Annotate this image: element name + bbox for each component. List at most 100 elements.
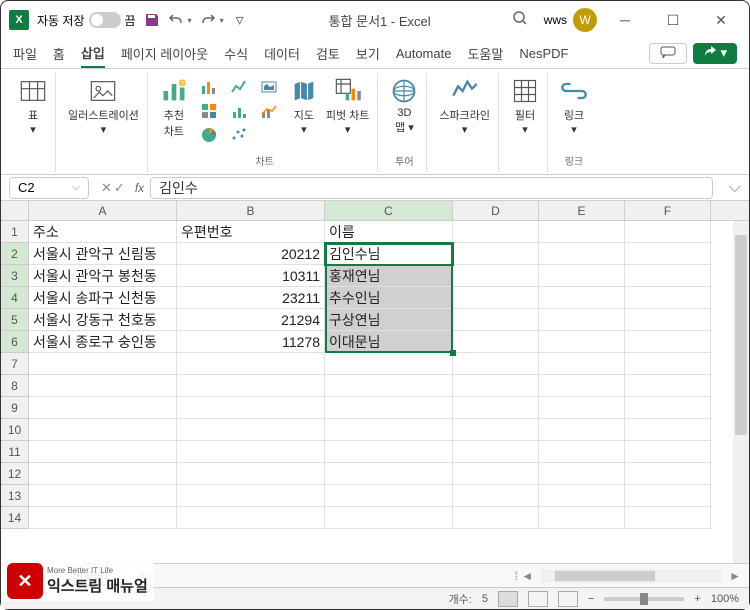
- cell-F3[interactable]: [625, 265, 711, 287]
- undo-dropdown-icon[interactable]: ▾: [188, 16, 192, 25]
- close-button[interactable]: ✕: [701, 5, 741, 35]
- tab-pagelayout[interactable]: 페이지 레이아웃: [121, 40, 208, 67]
- comments-button[interactable]: [649, 43, 687, 64]
- cell-D2[interactable]: [453, 243, 539, 265]
- pie-chart-icon[interactable]: [196, 125, 222, 145]
- map-chart-icon[interactable]: [256, 77, 282, 97]
- selection-handle[interactable]: [450, 350, 456, 356]
- maps-button[interactable]: 지도▾: [290, 77, 318, 136]
- redo-icon[interactable]: [200, 12, 216, 28]
- cell-C4[interactable]: 추수인님: [325, 287, 453, 309]
- cell-B1[interactable]: 우편번호: [177, 221, 325, 243]
- name-box-dropdown-icon[interactable]: ⌵: [72, 182, 80, 193]
- cell-F6[interactable]: [625, 331, 711, 353]
- tab-review[interactable]: 검토: [316, 40, 340, 67]
- maximize-button[interactable]: ☐: [653, 5, 693, 35]
- undo-icon[interactable]: [168, 12, 184, 28]
- tables-button[interactable]: 표▾: [19, 77, 47, 136]
- cell-D4[interactable]: [453, 287, 539, 309]
- line-chart-icon[interactable]: [226, 77, 252, 97]
- sparklines-button[interactable]: 스파크라인▾: [439, 77, 490, 136]
- col-header-C[interactable]: C: [325, 201, 453, 220]
- filter-button[interactable]: 필터▾: [511, 77, 539, 136]
- cell-B6[interactable]: 11278: [177, 331, 325, 353]
- col-header-F[interactable]: F: [625, 201, 711, 220]
- zoom-out-icon[interactable]: −: [588, 593, 594, 605]
- cell-D6[interactable]: [453, 331, 539, 353]
- row-header-10[interactable]: 10: [1, 419, 29, 441]
- statistic-chart-icon[interactable]: [226, 101, 252, 121]
- row-header-12[interactable]: 12: [1, 463, 29, 485]
- cell-C2[interactable]: 김인수님: [325, 243, 453, 265]
- cell-A5[interactable]: 서울시 강동구 천호동: [29, 309, 177, 331]
- cell-E5[interactable]: [539, 309, 625, 331]
- qat-customize-icon[interactable]: ▿: [232, 12, 248, 28]
- row-header-11[interactable]: 11: [1, 441, 29, 463]
- page-layout-view-icon[interactable]: [528, 591, 548, 607]
- user-account[interactable]: wws W: [544, 8, 597, 32]
- cell-D1[interactable]: [453, 221, 539, 243]
- 3d-map-button[interactable]: 3D 맵 ▾: [390, 77, 418, 135]
- row-header-13[interactable]: 13: [1, 485, 29, 507]
- tab-data[interactable]: 데이터: [264, 40, 300, 67]
- redo-dropdown-icon[interactable]: ▾: [220, 16, 224, 25]
- vertical-scrollbar[interactable]: [733, 221, 749, 563]
- col-header-B[interactable]: B: [177, 201, 325, 220]
- tab-view[interactable]: 보기: [356, 40, 380, 67]
- cell-A1[interactable]: 주소: [29, 221, 177, 243]
- scatter-chart-icon[interactable]: [226, 125, 252, 145]
- formula-input[interactable]: 김인수: [150, 177, 713, 199]
- cell-D3[interactable]: [453, 265, 539, 287]
- cell-E2[interactable]: [539, 243, 625, 265]
- cell-C5[interactable]: 구상연님: [325, 309, 453, 331]
- row-header-3[interactable]: 3: [1, 265, 29, 287]
- cell-F5[interactable]: [625, 309, 711, 331]
- search-icon[interactable]: [512, 10, 528, 31]
- pivotchart-button[interactable]: 피벗 차트▾: [326, 77, 370, 136]
- row-header-8[interactable]: 8: [1, 375, 29, 397]
- tab-home[interactable]: 홈: [53, 40, 65, 67]
- autosave-toggle[interactable]: 자동 저장 끔: [37, 12, 136, 29]
- cell-A3[interactable]: 서울시 관악구 봉천동: [29, 265, 177, 287]
- normal-view-icon[interactable]: [498, 591, 518, 607]
- recommended-charts-button[interactable]: ? 추천 차트: [160, 77, 188, 139]
- tab-insert[interactable]: 삽입: [81, 39, 105, 68]
- cell-B5[interactable]: 21294: [177, 309, 325, 331]
- tab-file[interactable]: 파일: [13, 40, 37, 67]
- select-all-corner[interactable]: [1, 201, 29, 220]
- cell-A4[interactable]: 서울시 송파구 신천동: [29, 287, 177, 309]
- hscroll-right-icon[interactable]: ►: [721, 569, 749, 583]
- share-button[interactable]: ▾: [693, 43, 737, 64]
- row-header-4[interactable]: 4: [1, 287, 29, 309]
- cell-C1[interactable]: 이름: [325, 221, 453, 243]
- cell-D5[interactable]: [453, 309, 539, 331]
- cell-F1[interactable]: [625, 221, 711, 243]
- hierarchy-chart-icon[interactable]: [196, 101, 222, 121]
- name-box[interactable]: C2 ⌵: [9, 177, 89, 199]
- cell-A2[interactable]: 서울시 관악구 신림동: [29, 243, 177, 265]
- fx-icon[interactable]: fx: [129, 181, 150, 195]
- cell-E6[interactable]: [539, 331, 625, 353]
- tab-formulas[interactable]: 수식: [224, 40, 248, 67]
- cancel-formula-icon[interactable]: ✕: [101, 180, 112, 196]
- column-chart-icon[interactable]: [196, 77, 222, 97]
- row-header-6[interactable]: 6: [1, 331, 29, 353]
- formula-bar-expand-icon[interactable]: ⌵: [721, 179, 749, 197]
- enter-formula-icon[interactable]: ✓: [114, 180, 125, 196]
- zoom-slider[interactable]: [604, 597, 684, 601]
- col-header-D[interactable]: D: [453, 201, 539, 220]
- cell-E1[interactable]: [539, 221, 625, 243]
- combo-chart-icon[interactable]: [256, 101, 282, 121]
- row-header-9[interactable]: 9: [1, 397, 29, 419]
- hscroll-left-icon[interactable]: ⁞ ◄: [507, 569, 542, 583]
- col-header-A[interactable]: A: [29, 201, 177, 220]
- cell-C6[interactable]: 이대문님: [325, 331, 453, 353]
- links-button[interactable]: 링크▾: [560, 77, 588, 136]
- cell-B2[interactable]: 20212: [177, 243, 325, 265]
- cell-B3[interactable]: 10311: [177, 265, 325, 287]
- row-header-2[interactable]: 2: [1, 243, 29, 265]
- page-break-view-icon[interactable]: [558, 591, 578, 607]
- cell-F2[interactable]: [625, 243, 711, 265]
- toggle-switch-icon[interactable]: [89, 12, 121, 28]
- tab-nespdf[interactable]: NesPDF: [519, 42, 568, 65]
